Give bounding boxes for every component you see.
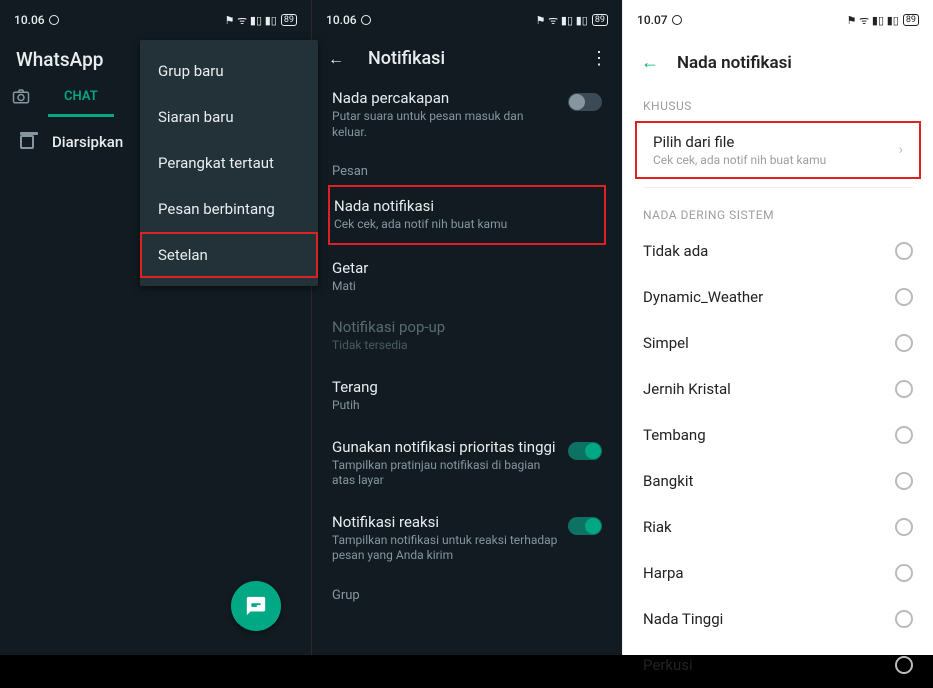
status-bar: 10.07 ⚑ ᯤ ▮▯ ▮▯ 89 xyxy=(623,0,933,40)
camera-icon[interactable] xyxy=(12,88,32,108)
status-icons: ⚑ ᯤ ▮▯ ▮▯ 89 xyxy=(225,13,297,28)
row-nada-notifikasi[interactable]: Nada notifikasi Cek cek, ada notif nih b… xyxy=(328,185,606,245)
tone-option[interactable]: Dynamic_Weather xyxy=(623,274,933,320)
menu-grup-baru[interactable]: Grup baru xyxy=(140,48,318,94)
toggle-reaksi[interactable] xyxy=(568,517,602,535)
menu-siaran-baru[interactable]: Siaran baru xyxy=(140,94,318,140)
section-grup: Grup xyxy=(312,576,622,607)
tone-option[interactable]: Bangkit xyxy=(623,458,933,504)
menu-setelan[interactable]: Setelan xyxy=(140,232,318,278)
section-khusus: KHUSUS xyxy=(623,85,933,119)
clock-icon xyxy=(49,15,59,25)
more-icon[interactable]: ⋮ xyxy=(590,48,606,69)
status-icons: ⚑ ᯤ ▮▯ ▮▯ 89 xyxy=(536,13,608,28)
radio-icon[interactable] xyxy=(895,288,913,306)
tone-option[interactable]: Simpel xyxy=(623,320,933,366)
radio-icon[interactable] xyxy=(895,380,913,398)
app-title: WhatsApp xyxy=(16,48,103,71)
tone-option[interactable]: Harpa xyxy=(623,550,933,596)
row-popup: Notifikasi pop-up Tidak tersedia xyxy=(312,306,622,366)
radio-icon[interactable] xyxy=(895,426,913,444)
back-icon[interactable]: ← xyxy=(328,49,344,69)
toggle-prioritas[interactable] xyxy=(568,442,602,460)
back-icon[interactable]: ← xyxy=(641,52,659,73)
tab-chat[interactable]: CHAT xyxy=(48,79,114,117)
divider xyxy=(643,187,913,188)
status-icons: ⚑ ᯤ ▮▯ ▮▯ 89 xyxy=(847,13,919,28)
page-title: Nada notifikasi xyxy=(677,53,792,73)
menu-pesan-berbintang[interactable]: Pesan berbintang xyxy=(140,186,318,232)
archive-icon xyxy=(20,135,34,149)
radio-icon[interactable] xyxy=(895,656,913,674)
tone-option[interactable]: Perkusi xyxy=(623,642,933,688)
radio-icon[interactable] xyxy=(895,564,913,582)
row-prioritas[interactable]: Gunakan notifikasi prioritas tinggi Tamp… xyxy=(312,426,622,501)
section-pesan: Pesan xyxy=(312,152,622,183)
radio-icon[interactable] xyxy=(895,242,913,260)
chevron-right-icon: › xyxy=(899,142,903,158)
radio-icon[interactable] xyxy=(895,610,913,628)
archived-label: Diarsipkan xyxy=(52,133,123,151)
tone-option[interactable]: Tembang xyxy=(623,412,933,458)
tone-option[interactable]: Nada Tinggi xyxy=(623,596,933,642)
row-nada-percakapan[interactable]: Nada percakapan Putar suara untuk pesan … xyxy=(312,77,622,152)
row-pilih-file[interactable]: Pilih dari file Cek cek, ada notif nih b… xyxy=(633,119,923,181)
new-chat-fab[interactable] xyxy=(231,581,281,631)
toggle-nada-percakapan[interactable] xyxy=(568,93,602,111)
overflow-menu: Grup baru Siaran baru Perangkat tertaut … xyxy=(140,40,318,286)
row-terang[interactable]: Terang Putih xyxy=(312,366,622,426)
radio-icon[interactable] xyxy=(895,518,913,536)
status-bar: 10.06 ⚑ ᯤ ▮▯ ▮▯ 89 xyxy=(0,0,311,40)
clock-icon xyxy=(672,15,682,25)
radio-icon[interactable] xyxy=(895,334,913,352)
page-title: Notifikasi xyxy=(368,48,566,69)
row-getar[interactable]: Getar Mati xyxy=(312,247,622,307)
clock-icon xyxy=(361,15,371,25)
menu-perangkat-tertaut[interactable]: Perangkat tertaut xyxy=(140,140,318,186)
section-system: NADA DERING SISTEM xyxy=(623,194,933,228)
tone-option[interactable]: Tidak ada xyxy=(623,228,933,274)
status-bar: 10.06 ⚑ ᯤ ▮▯ ▮▯ 89 xyxy=(312,0,622,40)
radio-icon[interactable] xyxy=(895,472,913,490)
row-reaksi[interactable]: Notifikasi reaksi Tampilkan notifikasi u… xyxy=(312,501,622,576)
tone-option[interactable]: Riak xyxy=(623,504,933,550)
tone-option[interactable]: Jernih Kristal xyxy=(623,366,933,412)
